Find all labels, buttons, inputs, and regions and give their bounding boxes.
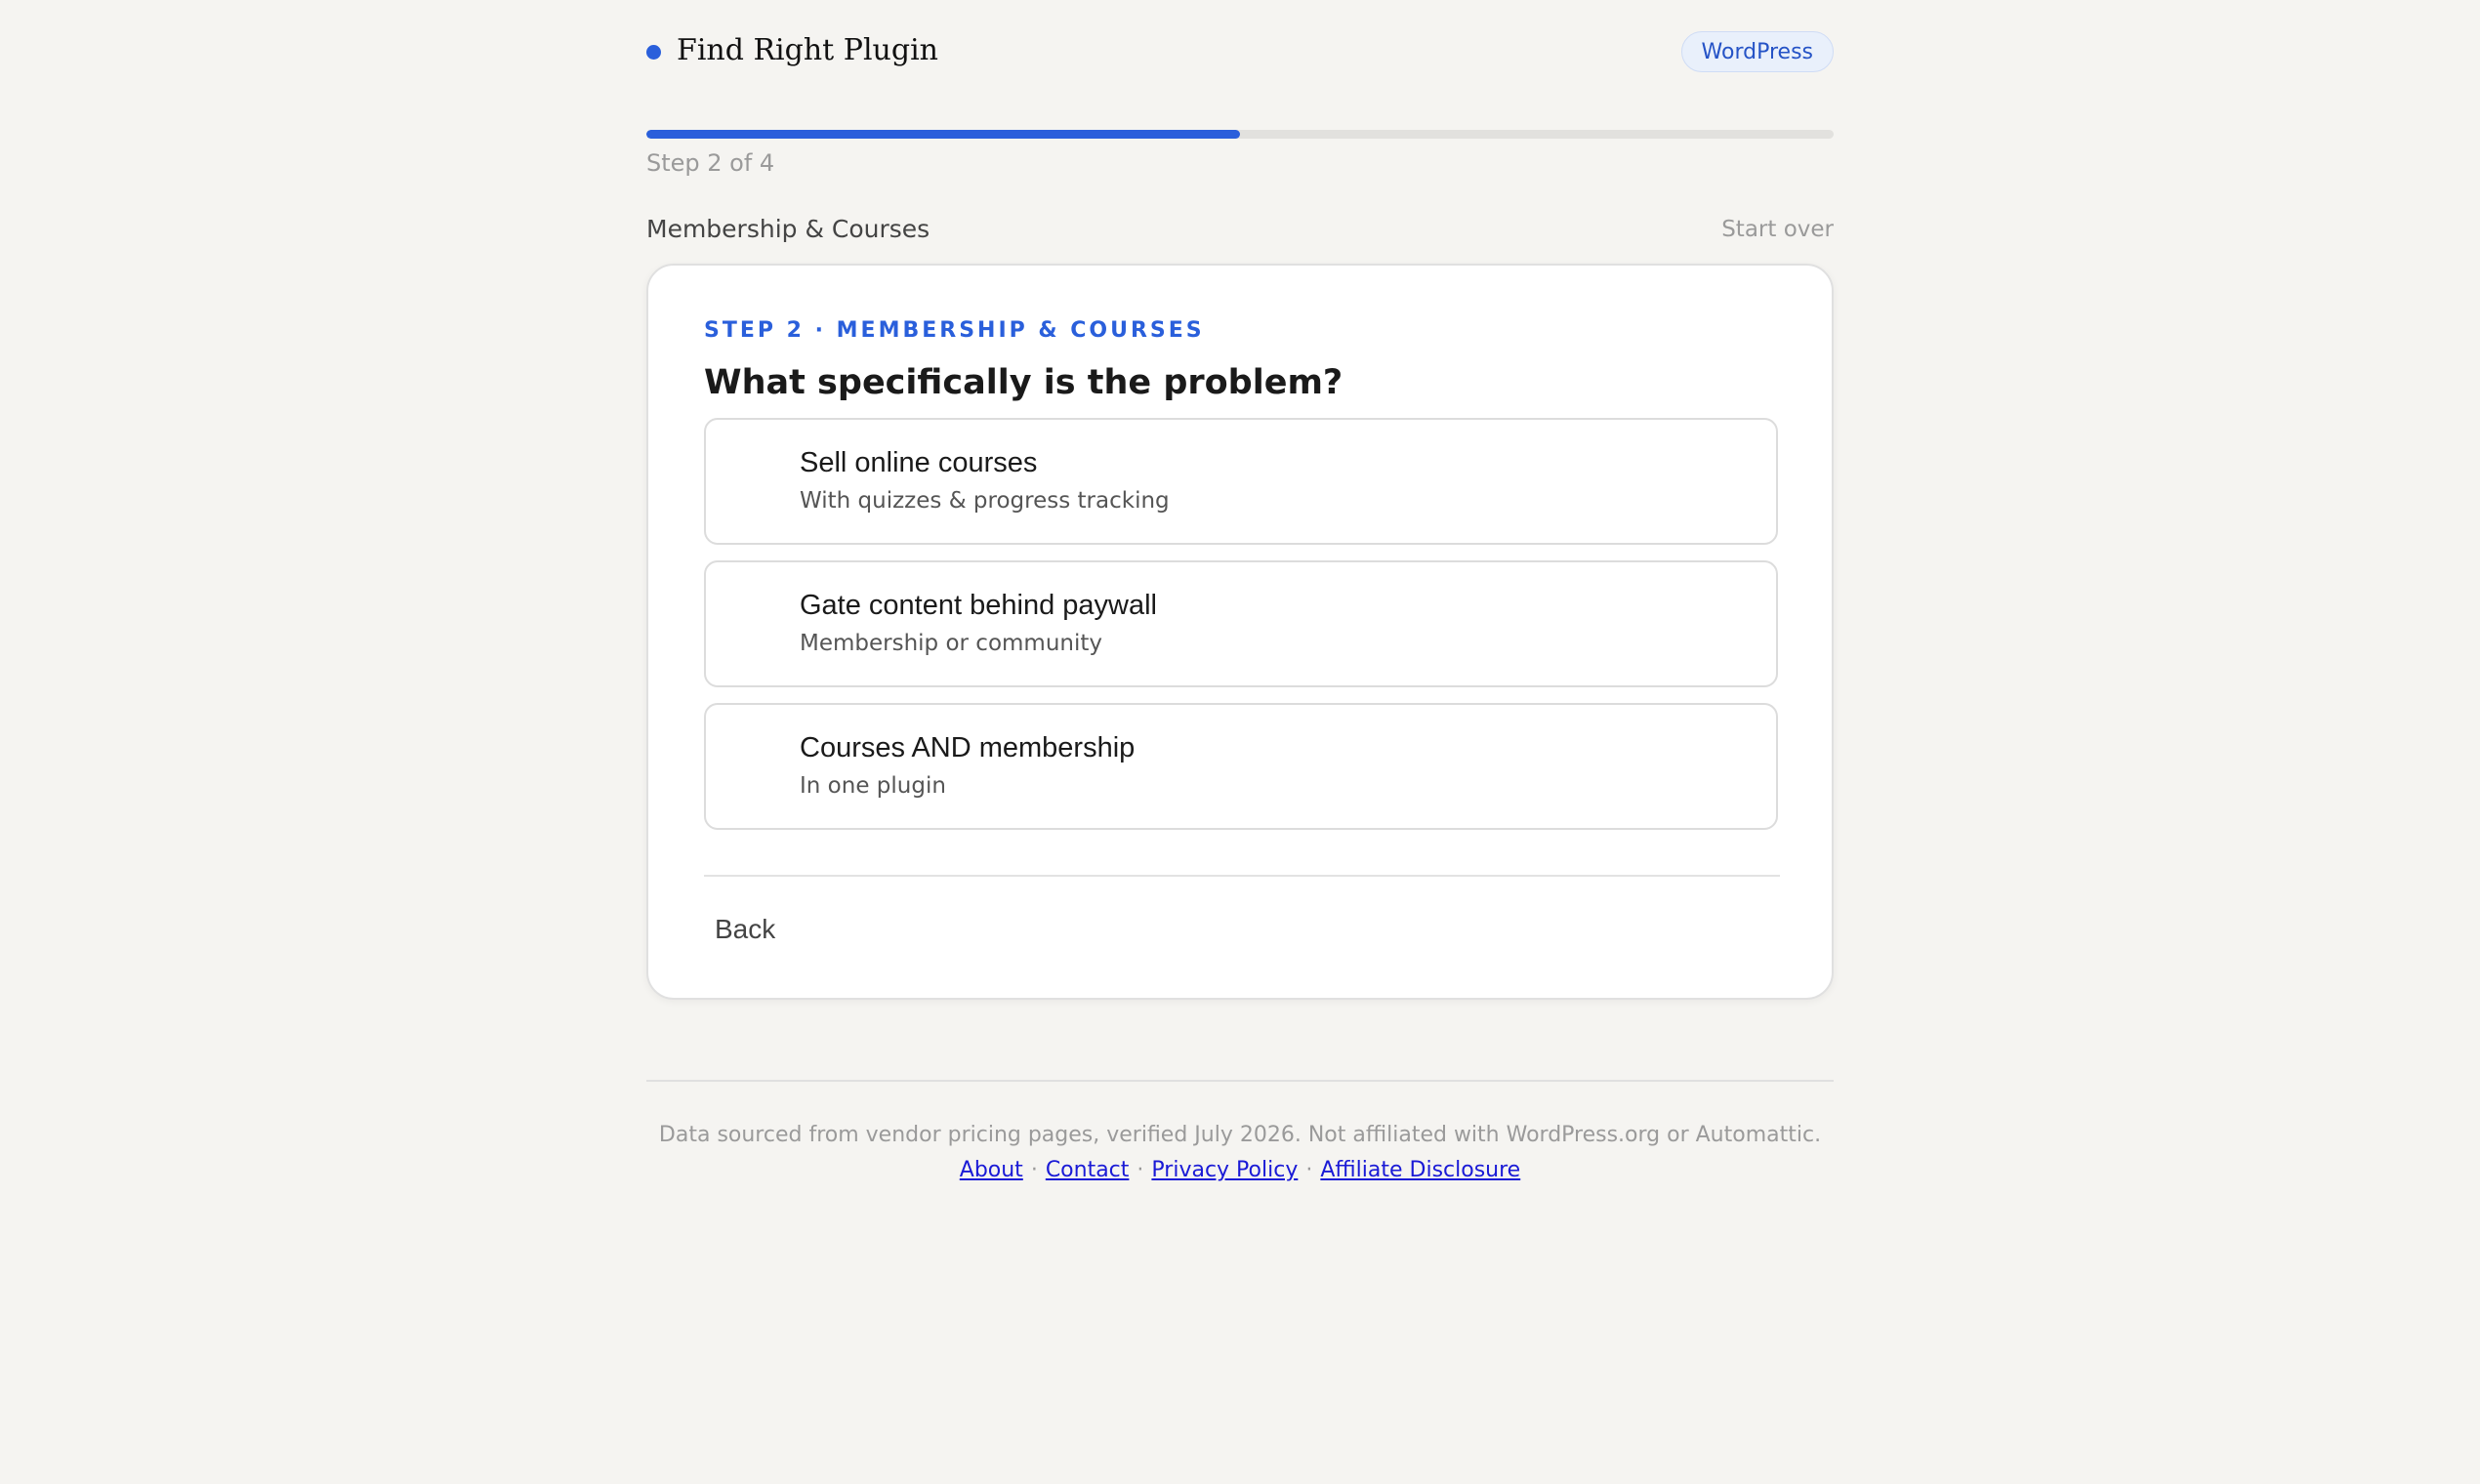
footer-separator: · — [1030, 1158, 1038, 1182]
option-subtitle: Membership or community — [800, 631, 1103, 656]
brand[interactable]: Find Right Plugin — [646, 33, 938, 67]
option-courses-and-membership[interactable]: Courses AND membership In one plugin — [704, 703, 1778, 830]
option-subtitle: In one plugin — [800, 773, 946, 799]
footer-separator: · — [1305, 1158, 1313, 1182]
option-sell-online-courses[interactable]: Sell online courses With quizzes & progr… — [704, 418, 1778, 545]
progress-bar — [646, 130, 1834, 139]
card-divider — [704, 875, 1780, 877]
option-title: Courses AND membership — [800, 732, 1136, 763]
question-card: STEP 2 · MEMBERSHIP & COURSES What speci… — [646, 264, 1834, 1000]
about-link[interactable]: About — [960, 1158, 1023, 1182]
option-gate-content[interactable]: Gate content behind paywall Membership o… — [704, 560, 1778, 687]
section-row: Membership & Courses Start over — [646, 215, 1834, 244]
footer-divider — [646, 1080, 1834, 1082]
footer-note: Data sourced from vendor pricing pages, … — [658, 1123, 1822, 1147]
page-container: Find Right Plugin WordPress Step 2 of 4 … — [646, 0, 1834, 1182]
footer-links: About · Contact · Privacy Policy · Affiliate D… — [646, 1158, 1834, 1182]
footer-separator: · — [1137, 1158, 1144, 1182]
start-over-link[interactable]: Start over — [1721, 217, 1834, 242]
option-subtitle: With quizzes & progress tracking — [800, 488, 1170, 514]
privacy-policy-link[interactable]: Privacy Policy — [1151, 1158, 1298, 1182]
option-title: Sell online courses — [800, 447, 1038, 478]
affiliate-disclosure-link[interactable]: Affiliate Disclosure — [1320, 1158, 1520, 1182]
brand-dot-icon — [646, 45, 661, 60]
section-name: Membership & Courses — [646, 215, 930, 243]
platform-badge: WordPress — [1680, 31, 1834, 72]
header: Find Right Plugin WordPress — [646, 0, 1834, 107]
step-eyebrow: STEP 2 · MEMBERSHIP & COURSES — [704, 318, 1205, 343]
progress-bar-fill — [646, 130, 1240, 139]
brand-name: Find Right Plugin — [677, 33, 938, 67]
contact-link[interactable]: Contact — [1046, 1158, 1130, 1182]
option-title: Gate content behind paywall — [800, 590, 1157, 621]
question-title: What specifically is the problem? — [704, 363, 1343, 402]
back-button[interactable]: Back — [715, 914, 775, 945]
step-label: Step 2 of 4 — [646, 149, 775, 177]
options-list: Sell online courses With quizzes & progr… — [704, 418, 1778, 845]
